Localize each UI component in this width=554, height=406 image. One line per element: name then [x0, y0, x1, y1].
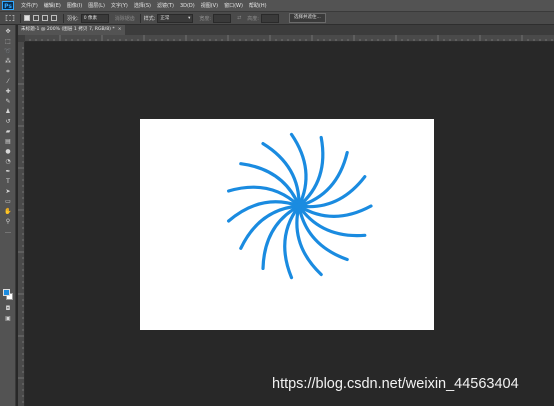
pen-tool-icon[interactable]: ✒ — [3, 168, 13, 176]
photoshop-logo: Ps — [2, 1, 14, 10]
hand-tool-icon[interactable]: ✋ — [3, 208, 13, 216]
menu-window[interactable]: 窗口(W) — [221, 2, 246, 9]
document-tab-title: 未标题-1 @ 200% (图层 1 拷贝 7, RGB/8) * — [21, 27, 115, 32]
clone-stamp-tool-icon[interactable]: ♟ — [3, 108, 13, 116]
watermark-text: https://blog.csdn.net/weixin_44563404 — [272, 376, 519, 392]
eraser-tool-icon[interactable]: ▰ — [3, 128, 13, 136]
separator — [20, 13, 21, 23]
height-input[interactable] — [260, 13, 279, 23]
menu-edit[interactable]: 编辑(E) — [41, 2, 64, 9]
zoom-tool-icon[interactable]: ⚲ — [3, 218, 13, 226]
marquee-tool-preset-icon[interactable] — [5, 15, 15, 21]
vertical-ruler[interactable] — [18, 42, 25, 406]
ruler-origin[interactable] — [18, 35, 25, 42]
eyedropper-tool-icon[interactable]: ⁄ — [3, 78, 13, 86]
separator — [139, 13, 141, 23]
lasso-tool-icon[interactable]: ➰ — [3, 48, 13, 56]
menu-bar: Ps 文件(F) 编辑(E) 图像(I) 图层(L) 文字(Y) 选择(S) 滤… — [0, 0, 554, 11]
horizontal-ruler[interactable] — [18, 35, 554, 42]
menu-filter[interactable]: 滤镜(T) — [154, 2, 177, 9]
rectangle-tool-icon[interactable]: ▭ — [3, 198, 13, 206]
options-bar: 羽化: 0 像素 消除锯齿 样式: 正常 ▾ 宽度: ⇄ 高度: 选择并遮住..… — [0, 11, 554, 25]
magic-wand-tool-icon[interactable]: ⁂ — [3, 58, 13, 66]
menu-type[interactable]: 文字(Y) — [108, 2, 131, 9]
document-tab[interactable]: 未标题-1 @ 200% (图层 1 拷贝 7, RGB/8) * × — [18, 25, 125, 35]
menu-file[interactable]: 文件(F) — [18, 2, 41, 9]
vertical-ruler-ticks — [18, 47, 24, 403]
history-brush-tool-icon[interactable]: ↺ — [3, 118, 13, 126]
blur-tool-icon[interactable]: ● — [3, 148, 13, 156]
chevron-down-icon: ▾ — [188, 15, 191, 21]
horizontal-ruler-ticks — [23, 35, 553, 41]
crop-tool-icon[interactable]: ⌗ — [3, 68, 13, 76]
more-tools-icon[interactable]: … — [3, 228, 13, 236]
menu-3d[interactable]: 3D(D) — [177, 3, 198, 9]
height-label: 高度: — [247, 15, 259, 22]
style-select-value: 正常 — [160, 15, 170, 21]
separator — [63, 13, 64, 23]
gradient-tool-icon[interactable]: ▤ — [3, 138, 13, 146]
spiral-sunburst-artwork — [227, 132, 373, 280]
foreground-color-swatch[interactable] — [3, 289, 10, 296]
width-input[interactable] — [213, 13, 232, 23]
style-label: 样式: — [143, 15, 156, 22]
feather-input[interactable]: 0 像素 — [80, 13, 109, 23]
feather-label: 羽化: — [67, 15, 79, 22]
new-selection-icon[interactable] — [24, 15, 30, 21]
antialias-checkbox-label[interactable]: 消除锯齿 — [115, 15, 135, 22]
swap-arrows-icon[interactable]: ⇄ — [237, 15, 241, 21]
menu-layer[interactable]: 图层(L) — [85, 2, 108, 9]
document-canvas[interactable] — [140, 119, 434, 330]
width-label: 宽度: — [199, 15, 212, 22]
add-to-selection-icon[interactable] — [33, 15, 39, 21]
close-icon[interactable]: × — [118, 25, 122, 35]
style-select[interactable]: 正常 ▾ — [157, 13, 194, 23]
menu-select[interactable]: 选择(S) — [131, 2, 154, 9]
intersect-selection-icon[interactable] — [51, 15, 57, 21]
tools-panel: ✥ ⬚ ➰ ⁂ ⌗ ⁄ ✚ ✎ ♟ ↺ ▰ ▤ ● ◔ ✒ T ➤ ▭ ✋ ⚲ … — [0, 25, 16, 406]
brush-tool-icon[interactable]: ✎ — [3, 98, 13, 106]
healing-brush-tool-icon[interactable]: ✚ — [3, 88, 13, 96]
move-tool-icon[interactable]: ✥ — [3, 28, 13, 36]
path-selection-tool-icon[interactable]: ➤ — [3, 188, 13, 196]
type-tool-icon[interactable]: T — [3, 178, 13, 186]
rect-marquee-tool-icon[interactable]: ⬚ — [3, 38, 13, 46]
sunburst-center — [296, 203, 302, 209]
screen-mode-icon[interactable]: ▣ — [3, 315, 13, 323]
dodge-tool-icon[interactable]: ◔ — [3, 158, 13, 166]
menu-image[interactable]: 图像(I) — [64, 2, 85, 9]
menu-help[interactable]: 帮助(H) — [246, 2, 270, 9]
document-tab-bar: 未标题-1 @ 200% (图层 1 拷贝 7, RGB/8) * × — [18, 25, 554, 35]
subtract-from-selection-icon[interactable] — [42, 15, 48, 21]
quick-mask-icon[interactable]: ◘ — [3, 305, 13, 313]
select-and-mask-button[interactable]: 选择并遮住... — [288, 13, 326, 23]
menu-view[interactable]: 视图(V) — [198, 2, 221, 9]
